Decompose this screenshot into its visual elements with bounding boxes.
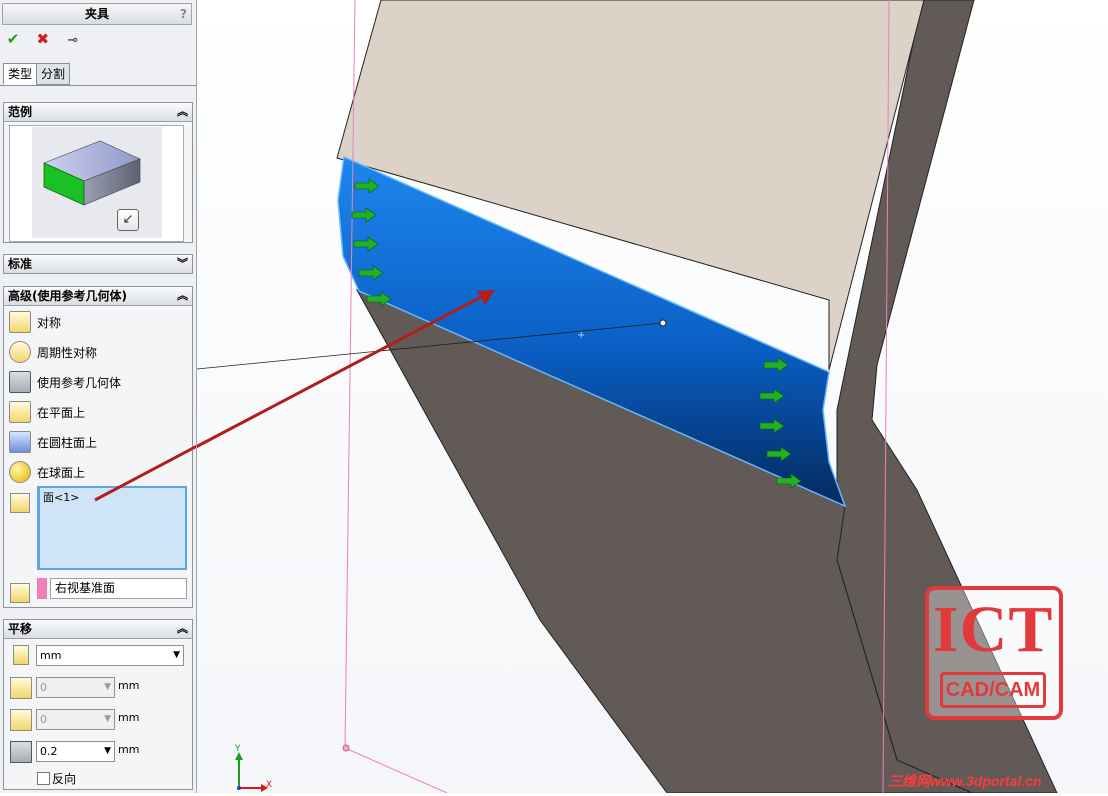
tab-divider bbox=[0, 85, 196, 86]
sphere-face-icon bbox=[9, 461, 31, 483]
chevron-down-icon: ▼ bbox=[104, 714, 111, 724]
plane-color-swatch bbox=[37, 578, 47, 599]
double-chevron-down-icon[interactable]: ︾ bbox=[177, 255, 188, 273]
block-preview-icon bbox=[43, 140, 141, 206]
preview-background: ↙ bbox=[32, 127, 162, 238]
translate-z-icon bbox=[10, 741, 32, 763]
option-use-reference-geometry[interactable]: 使用参考几何体 bbox=[7, 369, 189, 395]
watermark-small-text: CAD/CAM bbox=[940, 672, 1046, 708]
chevron-down-icon: ▼ bbox=[104, 746, 111, 756]
cylinder-face-icon bbox=[9, 431, 31, 453]
tab-strip: 类型 分割 bbox=[3, 63, 71, 85]
translation-group: 平移 ︽ mm ▼ 0 ▼ mm 0 ▼ mm 0.2 ▼ mm 反向 bbox=[3, 619, 193, 790]
help-button[interactable]: ? bbox=[180, 4, 187, 24]
translate-z-field[interactable]: 0.2 ▼ bbox=[36, 741, 115, 762]
face-selection-icon bbox=[10, 493, 30, 513]
translate-z-value: 0.2 bbox=[40, 745, 58, 758]
cross-icon[interactable]: ✖ bbox=[34, 30, 52, 48]
selected-face-item[interactable]: 面<1> bbox=[43, 489, 79, 505]
translate-y-value: 0 bbox=[40, 713, 47, 726]
translate-z-unit: mm bbox=[118, 743, 140, 756]
translate-x-icon bbox=[10, 677, 32, 699]
translate-x-value: 0 bbox=[40, 681, 47, 694]
check-icon[interactable]: ✔ bbox=[4, 30, 22, 48]
option-symmetric[interactable]: 对称 bbox=[7, 309, 189, 335]
tab-type[interactable]: 类型 bbox=[3, 63, 38, 85]
symmetry-icon bbox=[9, 311, 31, 333]
standard-title: 标准 bbox=[8, 257, 33, 271]
reference-plane-field[interactable]: 右视基准面 bbox=[50, 578, 187, 599]
site-watermark: 三维网www.3dportal.cn bbox=[888, 773, 1042, 789]
unit-select[interactable]: mm ▼ bbox=[36, 645, 184, 666]
advanced-group: 高级(使用参考几何体) ︽ 对称 周期性对称 使用参考几何体 在平面上 在圆柱面… bbox=[3, 286, 193, 608]
translate-x-field[interactable]: 0 ▼ bbox=[36, 677, 115, 698]
option-label: 对称 bbox=[37, 316, 62, 330]
chevron-down-icon: ▼ bbox=[173, 650, 180, 660]
axis-y-label: Y bbox=[235, 744, 241, 754]
option-label: 周期性对称 bbox=[37, 346, 98, 360]
plane-corner-handle bbox=[342, 744, 350, 752]
option-on-cylindrical-face[interactable]: 在圆柱面上 bbox=[7, 429, 189, 455]
ict-watermark-logo: ICT CAD/CAM bbox=[925, 586, 1063, 720]
flat-face-icon bbox=[9, 401, 31, 423]
option-label: 在球面上 bbox=[37, 466, 86, 480]
translate-y-unit: mm bbox=[118, 711, 140, 724]
tab-split[interactable]: 分割 bbox=[36, 63, 71, 85]
advanced-title: 高级(使用参考几何体) bbox=[8, 289, 127, 303]
ruler-icon bbox=[13, 645, 29, 665]
reverse-label: 反向 bbox=[52, 772, 77, 786]
translate-x-unit: mm bbox=[118, 679, 140, 692]
pushpin-icon[interactable]: ⊸ bbox=[64, 33, 82, 48]
example-preview: ↙ bbox=[9, 125, 184, 242]
option-on-flat-face[interactable]: 在平面上 bbox=[7, 399, 189, 425]
example-title: 范例 bbox=[8, 105, 33, 119]
option-label: 在圆柱面上 bbox=[37, 436, 98, 450]
property-manager-panel: 夹具 ? ✔ ✖ ⊸ 类型 分割 范例 ︽ ↙ 标准 ︾ 高级(使用参考几何体)… bbox=[0, 0, 197, 793]
face-selection-list[interactable]: 面<1> bbox=[38, 486, 187, 570]
chevron-down-icon: ▼ bbox=[104, 682, 111, 692]
reference-geometry-icon bbox=[9, 371, 31, 393]
translation-title: 平移 bbox=[8, 622, 33, 636]
standard-header[interactable]: 标准 ︾ bbox=[4, 255, 192, 273]
axis-x-label: X bbox=[266, 780, 273, 790]
option-label: 使用参考几何体 bbox=[37, 376, 122, 390]
option-on-spherical-face[interactable]: 在球面上 bbox=[7, 459, 189, 485]
translation-header[interactable]: 平移 ︽ bbox=[4, 620, 192, 639]
reference-plane-icon bbox=[10, 583, 30, 603]
option-label: 在平面上 bbox=[37, 406, 86, 420]
panel-title-bar: 夹具 ? bbox=[2, 3, 192, 25]
double-chevron-up-icon[interactable]: ︽ bbox=[177, 620, 188, 638]
leader-endpoint bbox=[659, 319, 667, 327]
unit-select-value: mm bbox=[40, 649, 62, 662]
example-header[interactable]: 范例 ︽ bbox=[4, 103, 192, 122]
option-periodic-symmetry[interactable]: 周期性对称 bbox=[7, 339, 189, 365]
confirm-toolbar: ✔ ✖ ⊸ bbox=[4, 30, 90, 50]
translate-y-field[interactable]: 0 ▼ bbox=[36, 709, 115, 730]
watermark-big-text: ICT bbox=[933, 593, 1054, 666]
reverse-checkbox[interactable] bbox=[37, 772, 50, 785]
double-chevron-up-icon[interactable]: ︽ bbox=[177, 103, 188, 121]
example-group: 范例 ︽ ↙ bbox=[3, 102, 193, 243]
svg-text:+: + bbox=[577, 330, 585, 341]
double-chevron-up-icon[interactable]: ︽ bbox=[177, 287, 188, 305]
panel-title: 夹具 bbox=[84, 7, 109, 21]
translate-y-icon bbox=[10, 709, 32, 731]
flip-direction-icon[interactable]: ↙ bbox=[117, 209, 139, 231]
standard-group: 标准 ︾ bbox=[3, 254, 193, 274]
periodic-symmetry-icon bbox=[9, 341, 31, 363]
advanced-header[interactable]: 高级(使用参考几何体) ︽ bbox=[4, 287, 192, 306]
